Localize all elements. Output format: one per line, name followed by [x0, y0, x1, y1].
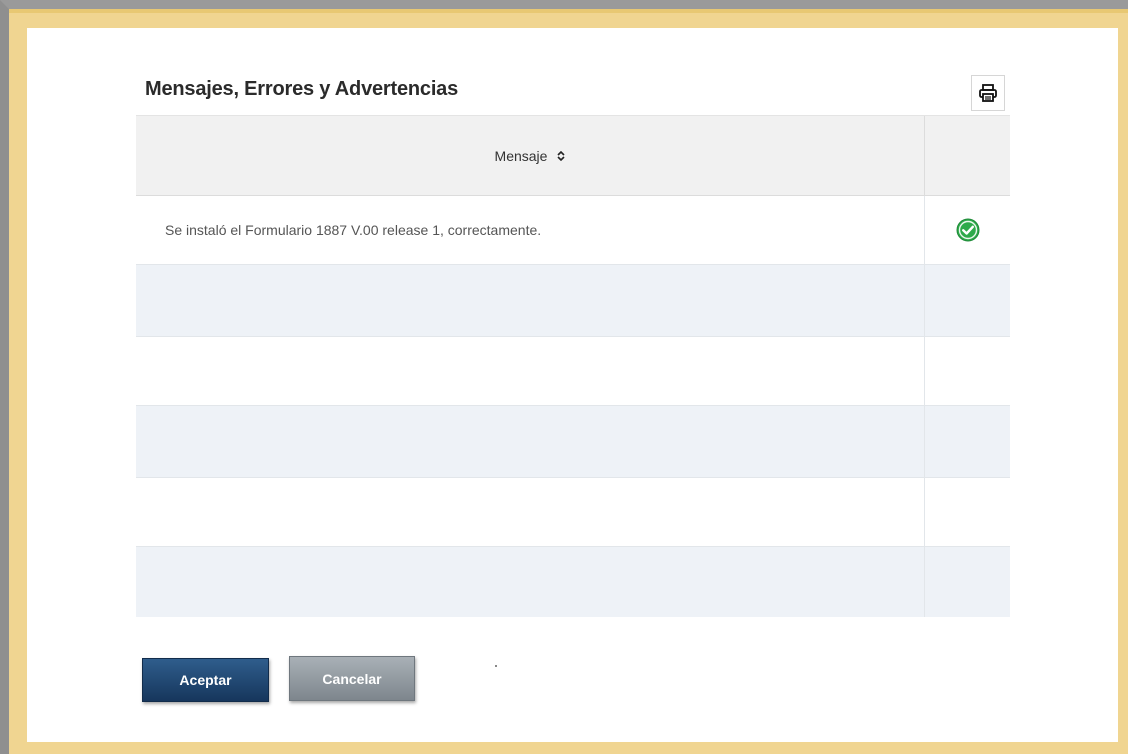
message-cell: [136, 265, 925, 336]
status-cell: [925, 406, 1010, 477]
table-row: [136, 406, 1010, 478]
message-cell: Se instaló el Formulario 1887 V.00 relea…: [136, 196, 925, 264]
messages-dialog: Mensajes, Errores y Advertencias Mensaje: [27, 28, 1118, 742]
stray-dot: [495, 665, 497, 667]
status-cell: [925, 196, 1010, 264]
messages-table: Mensaje Se instaló el Formulario 1887 V.…: [136, 115, 1010, 617]
table-row: [136, 265, 1010, 337]
status-cell: [925, 265, 1010, 336]
column-header-status: [925, 116, 1010, 195]
sort-updown-icon[interactable]: [557, 150, 566, 161]
message-text: Se instaló el Formulario 1887 V.00 relea…: [165, 222, 542, 238]
message-cell: [136, 547, 925, 617]
accept-button[interactable]: Aceptar: [142, 658, 269, 702]
cancel-button[interactable]: Cancelar: [289, 656, 415, 701]
success-check-icon: [956, 218, 979, 242]
column-header-label: Mensaje: [494, 147, 548, 164]
table-row: [136, 337, 1010, 406]
frame-accent-strip: [9, 9, 1128, 13]
table-row: [136, 547, 1010, 617]
status-cell: [925, 547, 1010, 617]
table-header-row: Mensaje: [136, 115, 1010, 196]
dialog-title: Mensajes, Errores y Advertencias: [145, 78, 459, 100]
column-header-mensaje[interactable]: Mensaje: [136, 116, 925, 195]
printer-icon: [979, 84, 997, 102]
status-cell: [925, 337, 1010, 405]
table-row: [136, 478, 1010, 547]
message-cell: [136, 406, 925, 477]
print-button[interactable]: [971, 75, 1005, 111]
message-cell: [136, 337, 925, 405]
status-cell: [925, 478, 1010, 546]
table-row[interactable]: Se instaló el Formulario 1887 V.00 relea…: [136, 196, 1010, 265]
message-cell: [136, 478, 925, 546]
